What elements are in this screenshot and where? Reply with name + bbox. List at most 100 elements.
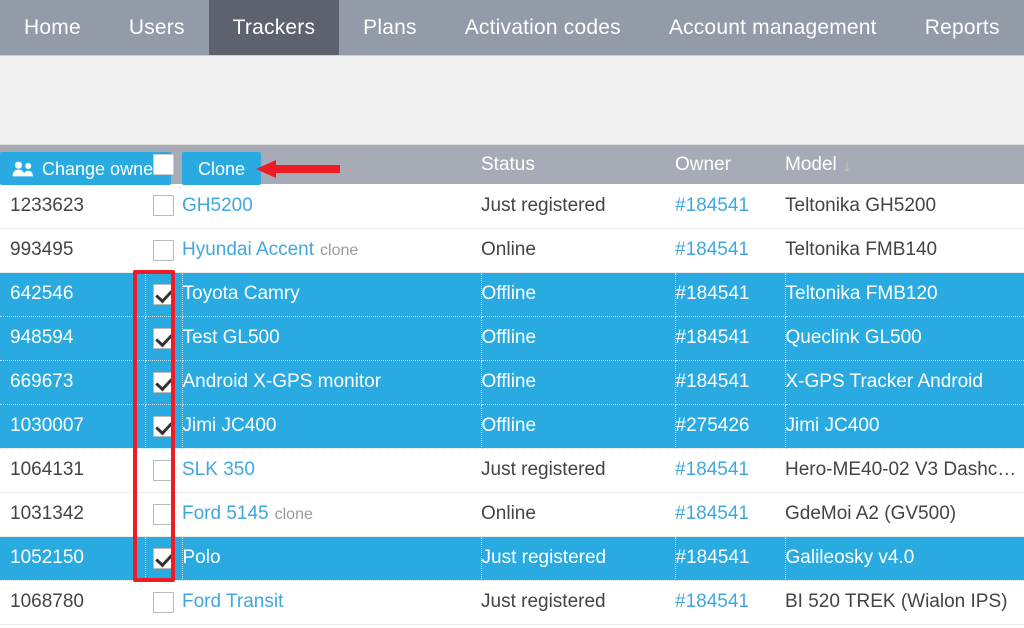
cell-owner: #184541 (675, 536, 786, 581)
cell-model: Teltonika FMB120 (785, 272, 1024, 317)
table-row[interactable]: 1064131 SLK 350 Just registered #184541 Hero… (0, 448, 1024, 493)
row-checkbox[interactable] (153, 371, 174, 393)
table-row[interactable]: 1031342 Ford 5145 clone Online #184541 GdeMoi… (0, 492, 1024, 537)
clone-label: Clone (198, 158, 246, 179)
owner-link[interactable]: #184541 (676, 283, 750, 304)
tracker-title-link[interactable]: Ford 5145 (182, 503, 269, 524)
cell-select[interactable] (145, 404, 183, 449)
tracker-title-link[interactable]: Toyota Camry (183, 283, 300, 304)
owner-link[interactable]: #184541 (675, 503, 749, 524)
cell-model: Queclink GL500 (785, 316, 1024, 361)
cell-select[interactable] (145, 536, 183, 581)
cell-select[interactable] (145, 360, 183, 405)
cell-id: 1052150 (0, 536, 146, 581)
cell-select[interactable] (145, 492, 182, 537)
owner-link[interactable]: #184541 (676, 371, 750, 392)
cell-model: Teltonika GH5200 (785, 184, 1024, 229)
cell-status: Online (481, 492, 675, 537)
nav-label: Reports (924, 16, 1000, 39)
owner-link[interactable]: #184541 (676, 327, 750, 348)
cell-select[interactable] (145, 272, 183, 317)
row-checkbox[interactable] (153, 591, 174, 613)
row-checkbox[interactable] (153, 283, 174, 305)
nav-item-activation-codes[interactable]: Activation codes (441, 0, 645, 55)
cell-title: Jimi JC400 (182, 404, 482, 449)
row-checkbox[interactable] (153, 327, 174, 349)
nav-item-account-management[interactable]: Account management (645, 0, 901, 55)
column-header-owner[interactable]: Owner (675, 145, 785, 184)
owner-link[interactable]: #184541 (676, 547, 750, 568)
nav-label: Activation codes (464, 16, 621, 39)
owner-link[interactable]: #275426 (676, 415, 750, 436)
cell-title: Test GL500 (182, 316, 482, 361)
cell-model: Galileosky v4.0 (785, 536, 1024, 581)
table-row[interactable]: 993495 Hyundai Accent clone Online #184541 Te… (0, 228, 1024, 273)
cell-owner: #275426 (675, 404, 786, 449)
cell-id: 669673 (0, 360, 146, 405)
cell-title: Toyota Camry (182, 272, 482, 317)
row-checkbox[interactable] (153, 195, 174, 217)
cell-title: Hyundai Accent clone (182, 228, 481, 273)
cell-select[interactable] (145, 316, 183, 361)
clone-badge: clone (274, 506, 313, 523)
nav-label: Account management (668, 16, 877, 39)
owner-link[interactable]: #184541 (675, 239, 749, 260)
tracker-title-link[interactable]: Polo (183, 547, 221, 568)
nav-item-reports[interactable]: Reports (901, 0, 1024, 55)
table-row[interactable]: 948594 Test GL500 Offline #184541 Queclink G… (0, 316, 1024, 361)
cell-id: 1233623 (0, 184, 145, 229)
cell-model: Hero-ME40-02 V3 Dashc… (785, 448, 1024, 493)
cell-id: 1030007 (0, 404, 146, 449)
tracker-title-link[interactable]: SLK 350 (182, 459, 255, 480)
nav-item-plans[interactable]: Plans (339, 0, 441, 55)
cell-model: X-GPS Tracker Android (785, 360, 1024, 405)
nav-item-users[interactable]: Users (105, 0, 209, 55)
trackers-table: ID Title Status Owner Model↓ 1233623GH52… (0, 145, 1024, 625)
table-row[interactable]: 1068780 Ford Transit Just registered #18454… (0, 580, 1024, 625)
tracker-title-link[interactable]: Ford Transit (182, 591, 283, 612)
clone-button[interactable]: Clone (182, 152, 262, 185)
cell-title: SLK 350 (182, 448, 481, 493)
table-row[interactable]: 1030007 Jimi JC400 Offline #275426 Jimi JC40… (0, 404, 1024, 449)
cell-id: 1031342 (0, 492, 145, 537)
table-row[interactable]: 1052150 Polo Just registered #184541 Galileo… (0, 536, 1024, 581)
tracker-title-link[interactable]: Android X-GPS monitor (183, 371, 382, 392)
row-checkbox[interactable] (153, 239, 174, 261)
users-icon (12, 161, 34, 177)
cell-select[interactable] (145, 228, 182, 273)
cell-select[interactable] (145, 580, 182, 625)
cell-status: Offline (481, 316, 676, 361)
column-header-status[interactable]: Status (481, 145, 675, 184)
row-checkbox[interactable] (153, 547, 174, 569)
cell-owner: #184541 (675, 272, 786, 317)
column-header-status-label: Status (481, 153, 535, 175)
table-row[interactable]: 642546 Toyota Camry Offline #184541 Teltonik… (0, 272, 1024, 317)
cell-owner: #184541 (675, 448, 785, 493)
column-header-model[interactable]: Model ↓ (785, 145, 1024, 184)
cell-title: Android X-GPS monitor (182, 360, 482, 405)
owner-link[interactable]: #184541 (675, 591, 749, 612)
row-checkbox[interactable] (153, 415, 174, 437)
change-owner-button[interactable]: Change owner (0, 152, 172, 185)
nav-item-home[interactable]: Home (0, 0, 105, 55)
nav-item-trackers[interactable]: Trackers (208, 0, 340, 55)
owner-link[interactable]: #184541 (675, 459, 749, 480)
cell-id: 948594 (0, 316, 146, 361)
select-all-checkbox[interactable] (153, 154, 174, 175)
cell-select[interactable] (145, 448, 182, 493)
table-row[interactable]: 1233623 GH5200 Just registered #184541 Telto… (0, 184, 1024, 229)
table-row[interactable]: 669673 Android X-GPS monitor Offline #18454… (0, 360, 1024, 405)
tracker-title-link[interactable]: Hyundai Accent (182, 239, 314, 260)
table-body: 1233623 GH5200 Just registered #184541 Telto… (0, 184, 1024, 625)
cell-status: Online (481, 228, 675, 273)
tracker-title-link[interactable]: Jimi JC400 (183, 415, 277, 436)
tracker-title-link[interactable]: GH5200 (182, 195, 253, 216)
action-toolbar: Change owner Clone (0, 56, 1024, 185)
row-checkbox[interactable] (153, 459, 174, 481)
tracker-title-link[interactable]: Test GL500 (183, 327, 280, 348)
column-header-owner-label: Owner (675, 153, 731, 175)
cell-select[interactable] (145, 184, 182, 229)
row-checkbox[interactable] (153, 503, 174, 525)
owner-link[interactable]: #184541 (675, 195, 749, 216)
cell-owner: #184541 (675, 228, 785, 273)
